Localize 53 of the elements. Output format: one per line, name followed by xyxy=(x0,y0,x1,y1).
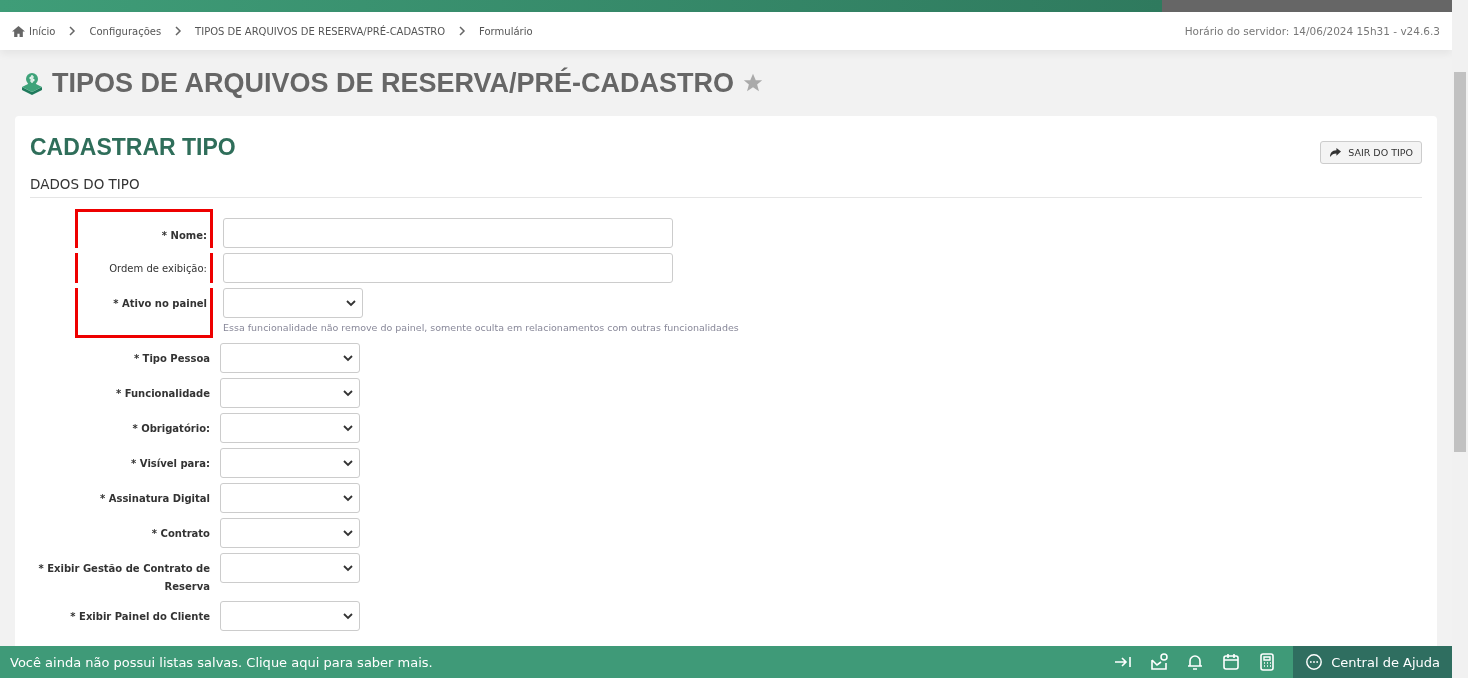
chevron-down-icon xyxy=(346,298,356,308)
select-field[interactable] xyxy=(220,413,360,443)
page-title: TIPOS DE ARQUIVOS DE RESERVA/PRÉ-CADASTRO xyxy=(52,67,735,99)
select-field[interactable] xyxy=(220,553,360,583)
chevron-down-icon xyxy=(343,458,353,468)
mail-star-icon[interactable] xyxy=(1149,652,1170,672)
chevron-down-icon xyxy=(343,563,353,573)
scrollbar-thumb[interactable] xyxy=(1454,72,1466,452)
breadcrumb-link[interactable]: Formulário xyxy=(479,25,533,37)
money-box-icon xyxy=(20,71,44,95)
field-label: * Tipo Pessoa xyxy=(133,352,210,366)
star-icon[interactable] xyxy=(742,72,765,94)
select-field[interactable] xyxy=(220,343,360,373)
chevron-down-icon xyxy=(343,423,353,433)
text-field[interactable] xyxy=(223,218,673,248)
select-field[interactable] xyxy=(220,448,360,478)
text-field[interactable] xyxy=(223,253,673,283)
chevron-down-icon xyxy=(343,493,353,503)
field-label: * Funcionalidade xyxy=(115,387,210,401)
chevron-down-icon xyxy=(343,611,353,621)
field-label: * Ativo no painel xyxy=(113,297,207,311)
chevron-down-icon xyxy=(343,388,353,398)
section-heading: DADOS DO TIPO xyxy=(30,164,1422,198)
field-label: * Assinatura Digital xyxy=(100,492,210,506)
home-link[interactable]: Início xyxy=(12,24,56,38)
server-time: Horário do servidor: 14/06/2024 15h31 - v24.6.3 xyxy=(1184,25,1440,37)
hint-text: Essa funcionalidade não remove do painel, somente oculta em relacionamentos com outras funcionalidades xyxy=(223,322,739,333)
field-label: * Obrigatório: xyxy=(132,422,210,436)
select-field[interactable] xyxy=(223,288,363,318)
calendar-icon[interactable] xyxy=(1221,652,1242,672)
share-arrow-icon xyxy=(1329,147,1343,158)
select-field[interactable] xyxy=(220,518,360,548)
field-label: * Contrato xyxy=(151,527,210,541)
chevron-icon xyxy=(457,26,468,36)
field-label: Ordem de exibição: xyxy=(109,262,207,276)
chevron-icon xyxy=(67,26,78,36)
help-center-button[interactable]: Central de Ajuda xyxy=(1293,646,1452,678)
field-label: * Visível para: xyxy=(131,457,210,471)
select-field[interactable] xyxy=(220,378,360,408)
breadcrumb-link[interactable]: Configurações xyxy=(89,25,162,37)
chevron-down-icon xyxy=(343,528,353,538)
chevron-icon xyxy=(173,26,184,36)
field-label: * Nome: xyxy=(161,229,207,243)
select-field[interactable] xyxy=(220,483,360,513)
field-label: * Exibir Gestão de Contrato de Reserva xyxy=(37,562,210,594)
select-field[interactable] xyxy=(220,601,360,631)
breadcrumb-link[interactable]: TIPOS DE ARQUIVOS DE RESERVA/PRÉ-CADASTRO xyxy=(195,25,446,37)
home-icon xyxy=(12,24,25,38)
chevron-down-icon xyxy=(343,353,353,363)
exit-button[interactable]: SAIR DO TIPO xyxy=(1320,141,1422,164)
chat-bubble-icon xyxy=(1305,653,1324,671)
field-label: * Exibir Painel do Cliente xyxy=(70,610,210,624)
form-title: CADASTRAR TIPO xyxy=(30,134,236,161)
